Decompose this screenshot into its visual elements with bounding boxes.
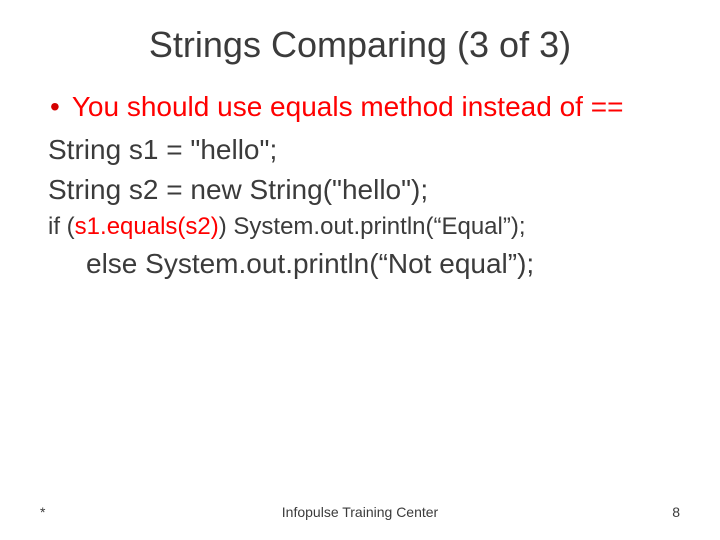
- footer-center: Infopulse Training Center: [0, 504, 720, 520]
- footer-page-number: 8: [672, 504, 680, 520]
- slide-title: Strings Comparing (3 of 3): [0, 0, 720, 90]
- bullet-item: • You should use equals method instead o…: [48, 90, 680, 124]
- code-line-3-prefix: if (: [48, 213, 75, 240]
- slide: Strings Comparing (3 of 3) • You should …: [0, 0, 720, 540]
- code-line-3: if (s1.equals(s2)) System.out.println(“E…: [48, 210, 680, 244]
- code-line-3-highlight: s1.equals(s2): [75, 213, 219, 240]
- slide-content: • You should use equals method instead o…: [0, 90, 720, 284]
- code-line-1: String s1 = "hello";: [48, 130, 680, 170]
- code-line-2: String s2 = new String("hello");: [48, 170, 680, 210]
- code-line-4: else System.out.println(“Not equal”);: [48, 244, 680, 284]
- slide-footer: Infopulse Training Center * 8: [0, 504, 720, 520]
- bullet-icon: •: [50, 90, 60, 124]
- footer-date-placeholder: *: [40, 504, 45, 520]
- bullet-text: You should use equals method instead of …: [72, 90, 624, 124]
- code-line-3-suffix: ) System.out.println(“Equal”);: [219, 213, 526, 240]
